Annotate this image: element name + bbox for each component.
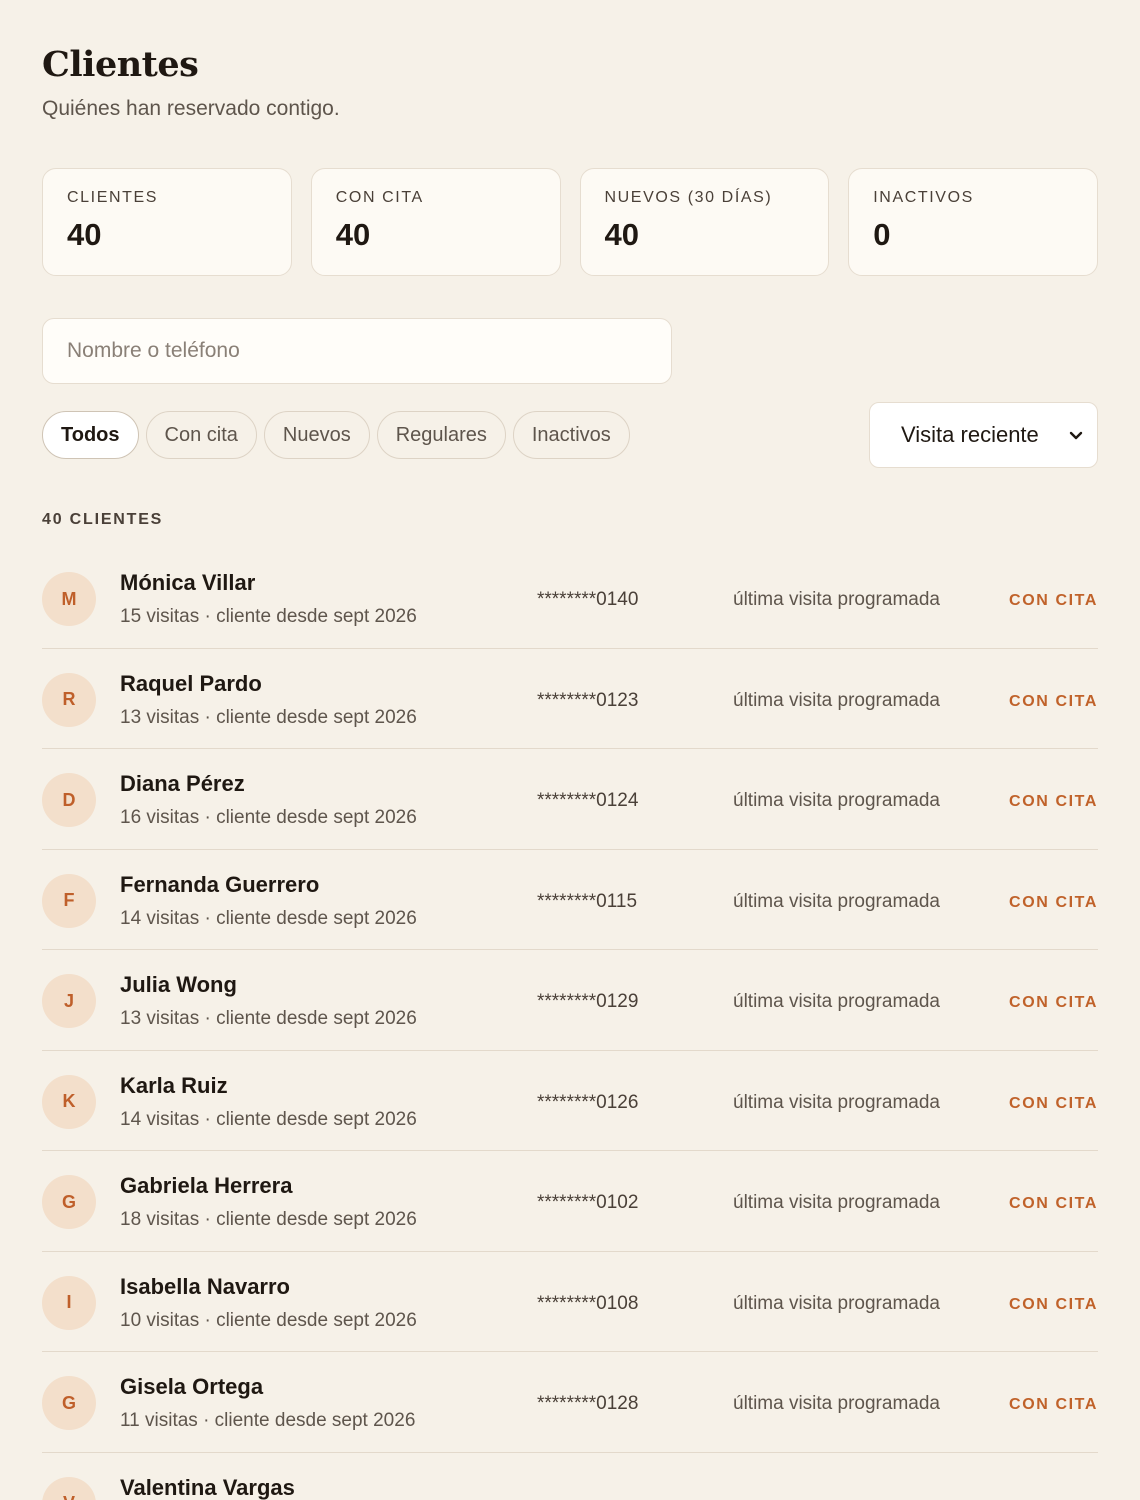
client-name: Raquel Pardo: [120, 670, 262, 696]
client-meta: 15 visitas · cliente desde sept 2026: [120, 606, 417, 627]
avatar: J: [42, 974, 96, 1028]
client-last-visit: última visita programada: [733, 991, 940, 1012]
clients-list: M Mónica Villar 15 visitas · cliente des…: [42, 548, 1098, 1500]
filter-chip-inactivos[interactable]: Inactivos: [512, 411, 630, 459]
stat-value: 40: [67, 217, 102, 252]
client-name: Julia Wong: [120, 972, 237, 997]
client-phone: ********0126: [537, 1091, 639, 1113]
stat-label: INACTIVOS: [873, 189, 974, 206]
client-phone: ********0129: [537, 991, 639, 1012]
status-badge: CON CITA: [1009, 1396, 1098, 1413]
client-row[interactable]: G Gisela Ortega 11 visitas · cliente des…: [42, 1352, 1098, 1453]
client-name: Mónica Villar: [120, 570, 256, 595]
stat-label: CON CITA: [335, 189, 424, 206]
stat-card-con-cita: CON CITA 40: [310, 168, 561, 276]
client-last-visit: última visita programada: [733, 1192, 940, 1213]
client-phone: ********0140: [537, 589, 639, 610]
status-badge: CON CITA: [1009, 994, 1098, 1011]
client-last-visit: última visita programada: [733, 689, 940, 711]
search-input[interactable]: [67, 339, 647, 363]
client-name: Gabriela Herrera: [120, 1173, 293, 1198]
stat-label: NUEVOS (30 DÍAS): [604, 189, 773, 206]
avatar: V: [42, 1476, 96, 1500]
stat-card-nuevos: NUEVOS (30 DÍAS) 40: [579, 168, 830, 276]
avatar: I: [42, 1275, 96, 1330]
clients-count-label: 40 CLIENTES: [42, 511, 164, 528]
stat-label: CLIENTES: [67, 189, 159, 206]
client-phone: ********0108: [537, 1292, 639, 1314]
client-row[interactable]: M Mónica Villar 15 visitas · cliente des…: [42, 548, 1098, 649]
status-badge: CON CITA: [1009, 1295, 1098, 1313]
avatar: F: [42, 873, 96, 928]
client-meta: 13 visitas · cliente desde sept 2026: [120, 706, 417, 728]
client-row[interactable]: G Gabriela Herrera 18 visitas · cliente …: [42, 1151, 1098, 1252]
client-last-visit: última visita programada: [733, 589, 940, 610]
stat-value: 40: [604, 217, 639, 252]
client-row[interactable]: V Valentina Vargas: [42, 1453, 1098, 1500]
status-badge: CON CITA: [1009, 592, 1098, 609]
avatar: D: [42, 773, 96, 827]
search-box: [42, 318, 672, 384]
client-meta: 10 visitas · cliente desde sept 2026: [120, 1309, 417, 1331]
filter-chip-todos[interactable]: Todos: [42, 411, 139, 459]
client-phone: ********0128: [537, 1393, 639, 1414]
client-name: Karla Ruiz: [120, 1072, 228, 1098]
client-meta: 13 visitas · cliente desde sept 2026: [120, 1008, 417, 1029]
sort-selected-value: Visita reciente: [901, 422, 1039, 447]
status-badge: CON CITA: [1009, 1195, 1098, 1212]
client-last-visit: última visita programada: [733, 890, 940, 912]
client-phone: ********0123: [537, 689, 639, 711]
client-row[interactable]: J Julia Wong 13 visitas · cliente desde …: [42, 950, 1098, 1051]
client-row[interactable]: D Diana Pérez 16 visitas · cliente desde…: [42, 749, 1098, 850]
client-last-visit: última visita programada: [733, 1091, 940, 1113]
client-phone: ********0115: [537, 890, 638, 912]
client-row[interactable]: K Karla Ruiz 14 visitas · cliente desde …: [42, 1051, 1098, 1151]
stat-value: 0: [873, 217, 891, 252]
client-row[interactable]: R Raquel Pardo 13 visitas · cliente desd…: [42, 649, 1098, 749]
status-badge: CON CITA: [1009, 692, 1098, 710]
filter-chip-con-cita[interactable]: Con cita: [145, 411, 257, 459]
chevron-down-icon: [1069, 425, 1083, 446]
avatar: K: [42, 1074, 96, 1129]
client-name: Diana Pérez: [120, 771, 245, 796]
avatar: G: [42, 1376, 96, 1430]
client-name: Valentina Vargas: [120, 1474, 295, 1500]
client-phone: ********0102: [537, 1192, 639, 1213]
client-phone: ********0124: [537, 790, 639, 811]
client-meta: 14 visitas · cliente desde sept 2026: [120, 907, 417, 929]
stat-card-inactivos: INACTIVOS 0: [848, 168, 1098, 276]
page-title: Clientes: [42, 44, 199, 85]
client-name: Gisela Ortega: [120, 1374, 264, 1399]
page-subtitle: Quiénes han reservado contigo.: [42, 97, 340, 120]
filter-chips: Todos Con cita Nuevos Regulares Inactivo…: [42, 411, 630, 459]
client-meta: 11 visitas · cliente desde sept 2026: [120, 1410, 416, 1431]
sort-select[interactable]: Visita reciente: [869, 402, 1098, 468]
client-row[interactable]: F Fernanda Guerrero 14 visitas · cliente…: [42, 850, 1098, 950]
client-name: Isabella Navarro: [120, 1273, 290, 1299]
avatar: G: [42, 1175, 96, 1229]
client-name: Fernanda Guerrero: [120, 871, 320, 897]
stat-card-clientes: CLIENTES 40: [42, 168, 292, 276]
status-badge: CON CITA: [1009, 1094, 1098, 1112]
stats-row: CLIENTES 40 CON CITA 40 NUEVOS (30 DÍAS)…: [42, 168, 1098, 276]
client-last-visit: última visita programada: [733, 790, 940, 811]
avatar: M: [42, 572, 96, 626]
client-last-visit: última visita programada: [733, 1292, 940, 1314]
client-meta: 18 visitas · cliente desde sept 2026: [120, 1209, 417, 1230]
status-badge: CON CITA: [1009, 793, 1098, 810]
client-row[interactable]: I Isabella Navarro 10 visitas · cliente …: [42, 1252, 1098, 1352]
filter-chip-nuevos[interactable]: Nuevos: [263, 411, 370, 459]
client-last-visit: última visita programada: [733, 1393, 940, 1414]
avatar: R: [42, 672, 96, 727]
client-meta: 14 visitas · cliente desde sept 2026: [120, 1108, 417, 1130]
filter-chip-regulares[interactable]: Regulares: [376, 411, 506, 459]
stat-value: 40: [335, 217, 371, 252]
client-meta: 16 visitas · cliente desde sept 2026: [120, 807, 417, 828]
status-badge: CON CITA: [1009, 893, 1098, 911]
